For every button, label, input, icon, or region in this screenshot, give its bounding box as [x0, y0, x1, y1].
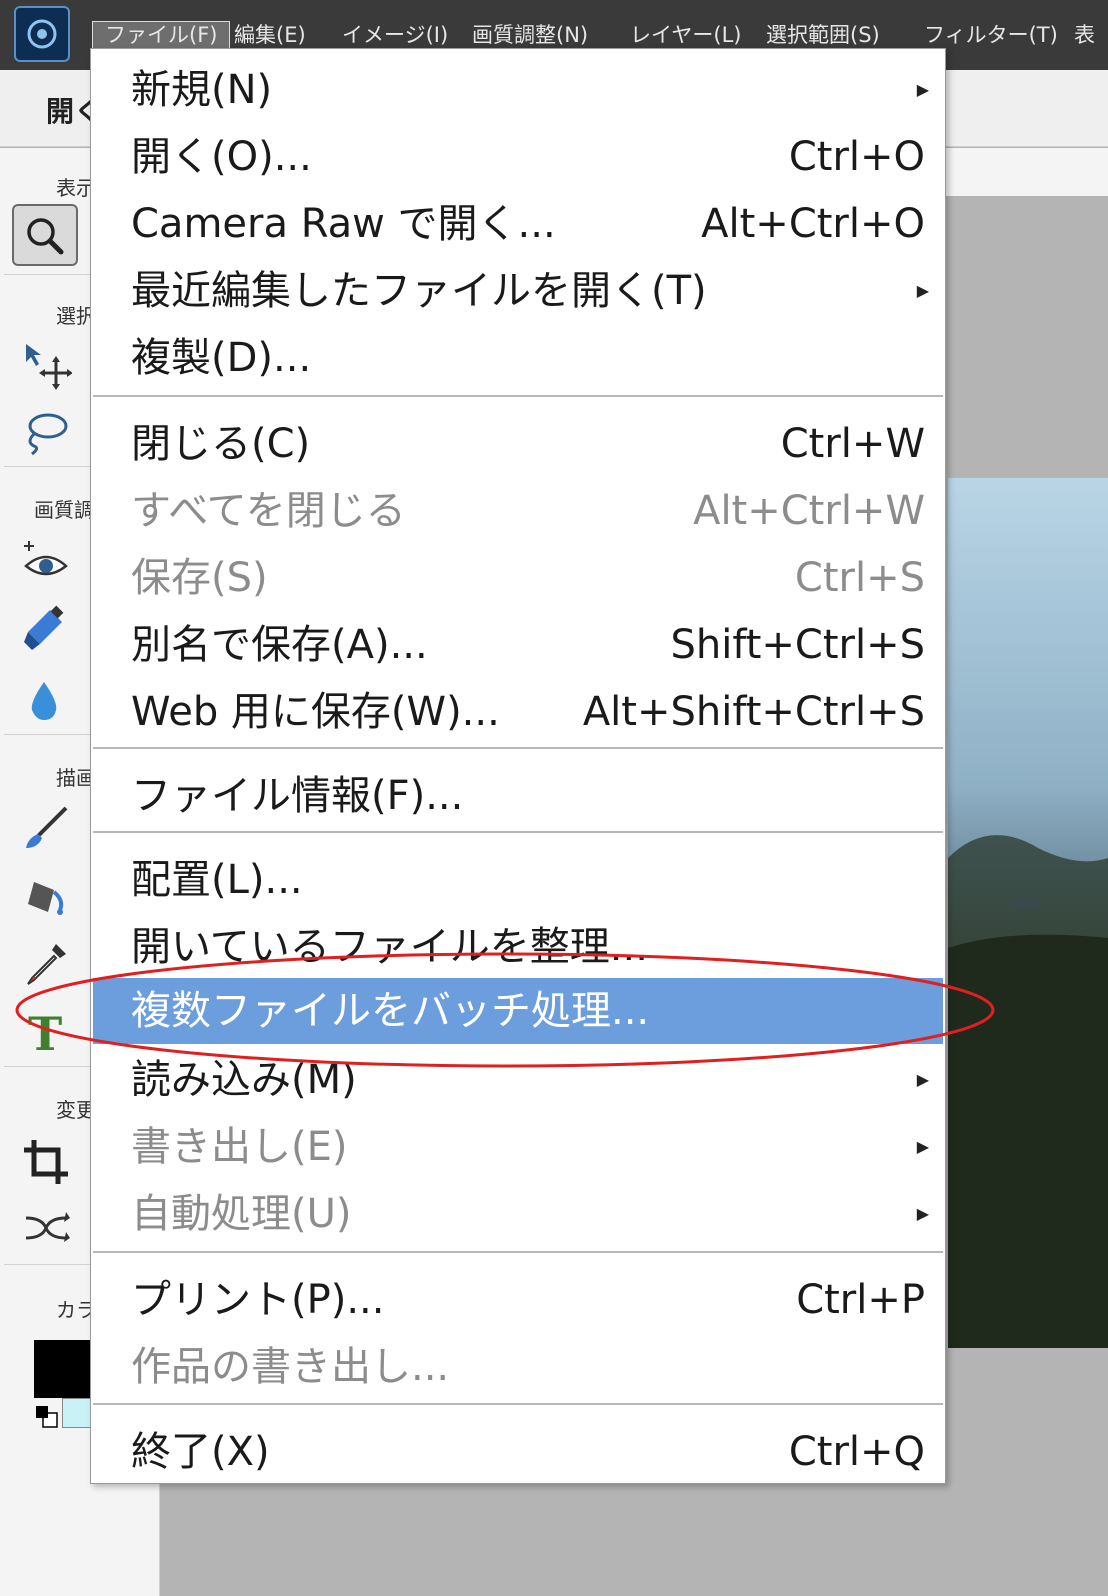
menu-enhance[interactable]: 画質調整(N): [472, 20, 588, 50]
eyedropper-tool-icon[interactable]: [20, 938, 72, 990]
menu-item-file-info[interactable]: ファイル情報(F)...: [93, 763, 943, 829]
menu-item-open-camera-raw[interactable]: Camera Raw で開く... Alt+Ctrl+O: [93, 191, 943, 257]
paint-bucket-tool-icon[interactable]: [20, 868, 72, 920]
default-colors-icon[interactable]: [34, 1404, 60, 1430]
move-tool-icon[interactable]: [20, 338, 73, 390]
menu-separator: [93, 1251, 943, 1253]
menu-item-export[interactable]: 書き出し(E) ▶: [93, 1114, 943, 1180]
menu-item-organize-open-files[interactable]: 開いているファイルを整理...: [93, 914, 943, 980]
menu-item-batch-process[interactable]: 複数ファイルをバッチ処理...: [93, 978, 943, 1044]
menu-item-label: 作品の書き出し...: [131, 1344, 450, 1390]
menu-item-label: 開く(O)...: [131, 134, 312, 180]
menu-separator: [93, 1403, 943, 1405]
app-logo-icon[interactable]: [14, 6, 70, 62]
document-photo: [948, 478, 1108, 1348]
menu-image[interactable]: イメージ(I): [342, 20, 448, 50]
menu-view[interactable]: 表: [1074, 20, 1095, 50]
menu-file[interactable]: ファイル(F): [92, 21, 231, 49]
menu-separator: [93, 747, 943, 749]
menu-item-label: すべてを閉じる: [131, 488, 406, 534]
menu-item-new[interactable]: 新規(N) ▶: [93, 57, 943, 123]
menu-item-label: 閉じる(C): [131, 421, 311, 467]
menu-item-label: 複数ファイルをバッチ処理...: [131, 988, 650, 1034]
recompose-tool-icon[interactable]: [20, 1202, 72, 1254]
menu-item-close[interactable]: 閉じる(C) Ctrl+W: [93, 411, 943, 477]
crop-tool-icon[interactable]: [20, 1136, 72, 1188]
menu-separator: [93, 831, 943, 833]
menu-item-label: 読み込み(M): [131, 1057, 357, 1103]
menu-item-label: 書き出し(E): [131, 1124, 348, 1170]
menu-item-save[interactable]: 保存(S) Ctrl+S: [93, 545, 943, 611]
menu-item-open[interactable]: 開く(O)... Ctrl+O: [93, 124, 943, 190]
menu-item-shortcut: Ctrl+Q: [788, 1429, 925, 1475]
menu-item-close-all[interactable]: すべてを閉じる Alt+Ctrl+W: [93, 478, 943, 544]
menu-item-shortcut: Alt+Ctrl+O: [701, 201, 925, 247]
blur-tool-icon[interactable]: [20, 674, 72, 726]
submenu-arrow-icon: ▶: [916, 1070, 929, 1089]
menu-item-duplicate[interactable]: 複製(D)...: [93, 325, 943, 391]
menu-select[interactable]: 選択範囲(S): [766, 20, 880, 50]
menu-item-shortcut: Alt+Ctrl+W: [693, 488, 925, 534]
menu-item-place[interactable]: 配置(L)...: [93, 847, 943, 913]
menu-filter[interactable]: フィルター(T): [924, 20, 1058, 50]
menu-item-label: 配置(L)...: [131, 857, 303, 903]
foreground-color-swatch[interactable]: [34, 1340, 90, 1398]
menu-item-label: 保存(S): [131, 555, 268, 601]
menu-item-label: ファイル情報(F)...: [131, 773, 464, 819]
paintbrush-tool-icon[interactable]: [20, 802, 72, 854]
menu-item-label: 新規(N): [131, 67, 273, 113]
menu-item-shortcut: Alt+Shift+Ctrl+S: [582, 689, 925, 735]
red-eye-tool-icon[interactable]: [20, 538, 72, 590]
brush-retouch-tool-icon[interactable]: [20, 604, 72, 656]
menu-item-automation[interactable]: 自動処理(U) ▶: [93, 1181, 943, 1247]
menu-item-open-recent[interactable]: 最近編集したファイルを開く(T) ▶: [93, 258, 943, 324]
menu-item-shortcut: Ctrl+S: [794, 555, 925, 601]
menu-item-save-for-web[interactable]: Web 用に保存(W)... Alt+Shift+Ctrl+S: [93, 679, 943, 745]
menu-item-shortcut: Ctrl+P: [796, 1277, 925, 1323]
menu-item-label: Camera Raw で開く...: [131, 201, 556, 247]
menu-item-exit[interactable]: 終了(X) Ctrl+Q: [93, 1419, 943, 1485]
zoom-tool-icon[interactable]: [12, 204, 78, 266]
menu-item-label: 終了(X): [131, 1429, 270, 1475]
menu-item-label: Web 用に保存(W)...: [131, 689, 500, 735]
file-menu-dropdown: 新規(N) ▶ 開く(O)... Ctrl+O Camera Raw で開く..…: [90, 48, 946, 1484]
menu-item-export-creations[interactable]: 作品の書き出し...: [93, 1334, 943, 1400]
menu-item-shortcut: Shift+Ctrl+S: [670, 622, 925, 668]
background-color-swatch[interactable]: [62, 1398, 92, 1428]
submenu-arrow-icon: ▶: [916, 80, 929, 99]
menu-item-print[interactable]: プリント(P)... Ctrl+P: [93, 1267, 943, 1333]
menu-item-label: 複製(D)...: [131, 335, 312, 381]
menu-item-import[interactable]: 読み込み(M) ▶: [93, 1047, 943, 1113]
menu-item-label: 別名で保存(A)...: [131, 622, 428, 668]
submenu-arrow-icon: ▶: [916, 281, 929, 300]
type-tool-icon[interactable]: T: [20, 1004, 72, 1061]
submenu-arrow-icon: ▶: [916, 1137, 929, 1156]
submenu-arrow-icon: ▶: [916, 1204, 929, 1223]
menu-edit[interactable]: 編集(E): [234, 20, 306, 50]
menu-separator: [93, 395, 943, 397]
menu-item-shortcut: Ctrl+O: [788, 134, 925, 180]
menu-item-save-as[interactable]: 別名で保存(A)... Shift+Ctrl+S: [93, 612, 943, 678]
lasso-tool-icon[interactable]: [20, 406, 72, 458]
menu-item-label: 自動処理(U): [131, 1191, 352, 1237]
menu-item-shortcut: Ctrl+W: [780, 421, 925, 467]
menu-item-label: 開いているファイルを整理...: [131, 924, 648, 970]
svg-text:T: T: [28, 1007, 62, 1056]
menu-item-label: プリント(P)...: [131, 1277, 385, 1323]
menu-item-label: 最近編集したファイルを開く(T): [131, 268, 707, 314]
menu-layer[interactable]: レイヤー(L): [630, 20, 741, 50]
